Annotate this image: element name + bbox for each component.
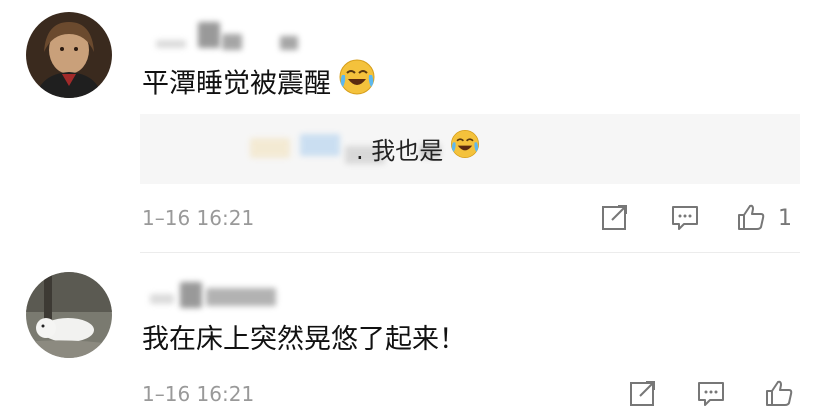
comment-text-content: 平潭睡觉被震醒 [142,68,331,100]
share-button[interactable] [600,202,634,236]
reply-text-content: . 我也是 [356,137,444,165]
like-count: 1 [778,206,792,231]
comment-text: 我在床上突然晃悠了起来！ [142,324,466,355]
reply-comment-button[interactable] [696,378,730,412]
comment-actions [628,378,800,412]
comment-list: 平潭睡觉被震醒 . 我也是 1–16 16:21 1 我在床上突然晃悠了起来！ … [0,0,828,416]
comment-timestamp: 1–16 16:21 [142,206,255,230]
laugh-cry-emoji-icon [449,128,481,170]
avatar[interactable] [26,272,112,358]
reply-text: . 我也是 [356,128,481,173]
comment-icon [698,382,724,406]
reply-preview[interactable]: . 我也是 [140,114,800,184]
thumb-up-icon [738,204,765,230]
comment-item: 我在床上突然晃悠了起来！ 1–16 16:21 [0,252,828,416]
like-button[interactable] [736,202,770,236]
thumb-up-icon [766,380,793,406]
comment-actions: 1 [600,202,800,236]
comment-timestamp: 1–16 16:21 [142,382,255,406]
comment-item: 平潭睡觉被震醒 . 我也是 1–16 16:21 1 [0,0,828,252]
comment-icon [672,206,698,230]
like-button[interactable] [764,378,798,412]
share-icon [630,381,655,406]
laugh-cry-emoji-icon [337,57,377,107]
comment-text: 平潭睡觉被震醒 [142,57,377,110]
share-button[interactable] [628,378,662,412]
reply-comment-button[interactable] [670,202,704,236]
avatar[interactable] [26,12,112,98]
share-icon [602,205,627,230]
